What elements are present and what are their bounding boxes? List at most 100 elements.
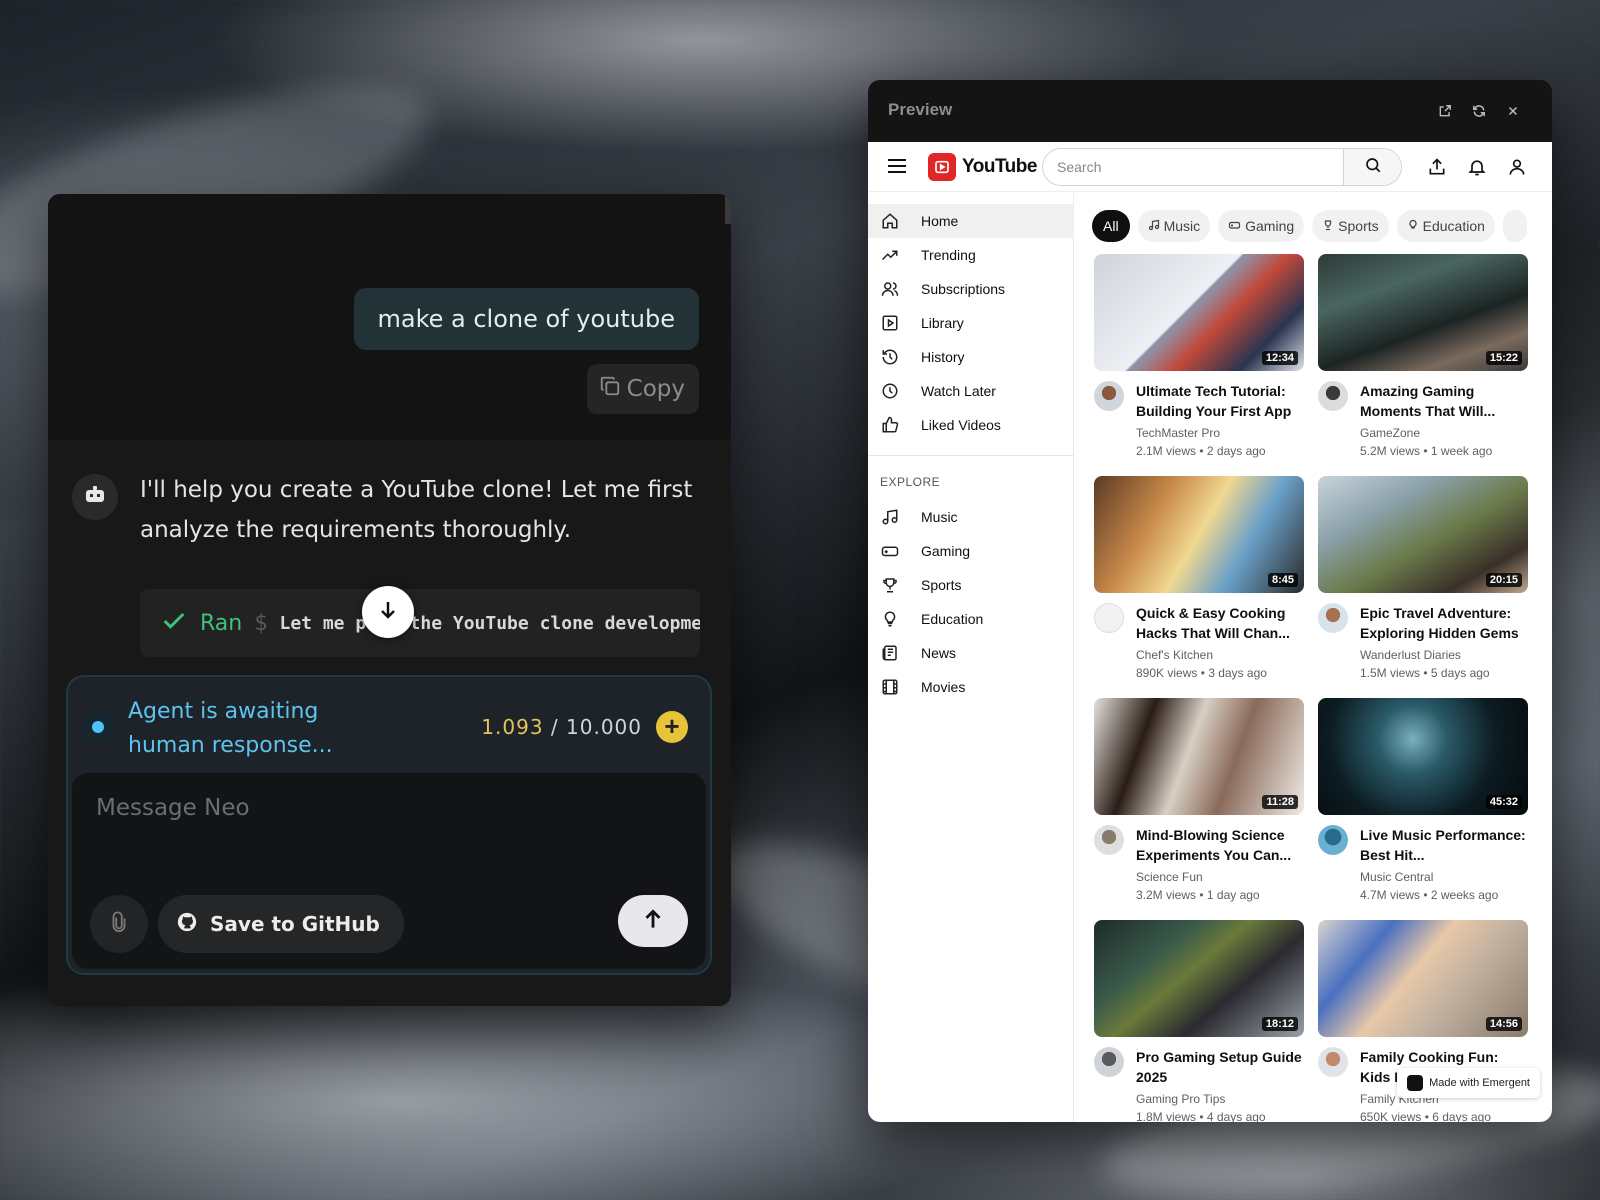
video-meta: 3.2M views • 1 day ago bbox=[1136, 888, 1260, 902]
video-card[interactable]: 18:12 Pro Gaming Setup Guide 2025 Gaming… bbox=[1094, 920, 1304, 1122]
video-card[interactable]: 20:15 Epic Travel Adventure: Exploring H… bbox=[1318, 476, 1528, 688]
sidebar-item-trending[interactable]: Trending bbox=[868, 238, 1074, 272]
message-box[interactable]: Message Neo Save to GitHub bbox=[72, 773, 706, 969]
video-thumbnail[interactable]: 18:12 bbox=[1094, 920, 1304, 1037]
copy-button[interactable]: Copy bbox=[586, 364, 699, 414]
close-icon[interactable] bbox=[1504, 102, 1522, 120]
history-icon bbox=[880, 347, 900, 367]
video-thumbnail[interactable]: 14:56 bbox=[1318, 920, 1528, 1037]
command-log[interactable]: Ran $ Let me plan the YouTube clone deve… bbox=[140, 589, 700, 657]
sidebar-item-label: Liked Videos bbox=[921, 417, 1001, 433]
upload-icon[interactable] bbox=[1426, 156, 1448, 178]
search-button[interactable] bbox=[1343, 149, 1401, 185]
channel-name[interactable]: Gaming Pro Tips bbox=[1136, 1092, 1225, 1106]
channel-avatar[interactable] bbox=[1094, 825, 1124, 855]
made-with-emergent-badge[interactable]: Made with Emergent bbox=[1397, 1068, 1540, 1098]
video-card[interactable]: 11:28 Mind-Blowing Science Experiments Y… bbox=[1094, 698, 1304, 910]
sidebar-item-label: Movies bbox=[921, 679, 966, 695]
category-chips: All Music Gaming Sports Education bbox=[1092, 210, 1527, 242]
channel-name[interactable]: Music Central bbox=[1360, 870, 1433, 884]
video-thumbnail[interactable]: 8:45 bbox=[1094, 476, 1304, 593]
sidebar-item-education[interactable]: Education bbox=[868, 602, 1074, 636]
video-duration: 20:15 bbox=[1485, 573, 1522, 587]
sidebar-item-home[interactable]: Home bbox=[868, 204, 1074, 238]
clock-icon bbox=[880, 381, 900, 401]
video-title[interactable]: Mind-Blowing Science Experiments You Can… bbox=[1136, 825, 1304, 865]
sidebar-item-subscriptions[interactable]: Subscriptions bbox=[868, 272, 1074, 306]
agent-status: Agent is awaiting human response... bbox=[128, 699, 333, 758]
scroll-down-button[interactable] bbox=[362, 586, 414, 638]
hamburger-icon[interactable] bbox=[888, 158, 906, 179]
channel-avatar[interactable] bbox=[1094, 603, 1124, 633]
sidebar-item-liked-videos[interactable]: Liked Videos bbox=[868, 408, 1074, 442]
user-message: make a clone of youtube bbox=[353, 288, 699, 350]
channel-avatar[interactable] bbox=[1318, 603, 1348, 633]
chip-music[interactable]: Music bbox=[1137, 210, 1211, 242]
video-card[interactable]: 45:32 Live Music Performance: Best Hit..… bbox=[1318, 698, 1528, 910]
video-thumbnail[interactable]: 45:32 bbox=[1318, 698, 1528, 815]
arrow-down-icon bbox=[376, 598, 400, 627]
search-bar bbox=[1042, 148, 1402, 186]
chip-sports[interactable]: Sports bbox=[1312, 210, 1389, 242]
external-link-icon[interactable] bbox=[1436, 102, 1454, 120]
bot-message-text: I'll help you create a YouTube clone! Le… bbox=[140, 477, 693, 543]
channel-avatar[interactable] bbox=[1094, 381, 1124, 411]
channel-name[interactable]: Chef's Kitchen bbox=[1136, 648, 1213, 662]
video-thumbnail[interactable]: 11:28 bbox=[1094, 698, 1304, 815]
video-title[interactable]: Ultimate Tech Tutorial: Building Your Fi… bbox=[1136, 381, 1304, 421]
subscriptions-icon bbox=[880, 279, 900, 299]
youtube-logo[interactable]: YouTube bbox=[928, 153, 1037, 181]
scrollbar[interactable] bbox=[725, 194, 731, 224]
sidebar-item-news[interactable]: News bbox=[868, 636, 1074, 670]
bell-icon[interactable] bbox=[1466, 156, 1488, 178]
sidebar-item-library[interactable]: Library bbox=[868, 306, 1074, 340]
sidebar-item-movies[interactable]: Movies bbox=[868, 670, 1074, 704]
video-duration: 8:45 bbox=[1267, 573, 1298, 587]
channel-avatar[interactable] bbox=[1094, 1047, 1124, 1077]
video-title[interactable]: Amazing Gaming Moments That Will... bbox=[1360, 381, 1528, 421]
video-title[interactable]: Pro Gaming Setup Guide 2025 bbox=[1136, 1047, 1304, 1087]
channel-avatar[interactable] bbox=[1318, 381, 1348, 411]
message-input[interactable]: Message Neo bbox=[96, 795, 250, 821]
lightbulb-icon bbox=[880, 609, 900, 629]
video-thumbnail[interactable]: 12:34 bbox=[1094, 254, 1304, 371]
video-duration: 45:32 bbox=[1485, 795, 1522, 809]
video-card[interactable]: 12:34 Ultimate Tech Tutorial: Building Y… bbox=[1094, 254, 1304, 466]
attach-button[interactable] bbox=[90, 895, 148, 953]
user-icon[interactable] bbox=[1506, 156, 1528, 178]
chip-more[interactable] bbox=[1502, 210, 1527, 242]
video-title[interactable]: Epic Travel Adventure: Exploring Hidden … bbox=[1360, 603, 1528, 643]
video-title[interactable]: Live Music Performance: Best Hit... bbox=[1360, 825, 1528, 865]
sidebar-item-gaming[interactable]: Gaming bbox=[868, 534, 1074, 568]
channel-name[interactable]: Wanderlust Diaries bbox=[1360, 648, 1461, 662]
video-meta: 650K views • 6 days ago bbox=[1360, 1110, 1491, 1122]
chip-gaming[interactable]: Gaming bbox=[1218, 210, 1305, 242]
video-title[interactable]: Quick & Easy Cooking Hacks That Will Cha… bbox=[1136, 603, 1304, 643]
add-credits-button[interactable]: + bbox=[656, 711, 688, 743]
refresh-icon[interactable] bbox=[1470, 102, 1488, 120]
sidebar-item-music[interactable]: Music bbox=[868, 500, 1074, 534]
channel-name[interactable]: Science Fun bbox=[1136, 870, 1203, 884]
chip-education[interactable]: Education bbox=[1396, 210, 1495, 242]
dollar-sign: $ bbox=[254, 610, 268, 636]
github-icon bbox=[176, 911, 198, 938]
save-to-github-button[interactable]: Save to GitHub bbox=[158, 895, 404, 953]
channel-avatar[interactable] bbox=[1318, 825, 1348, 855]
chip-all[interactable]: All bbox=[1092, 210, 1130, 242]
channel-avatar[interactable] bbox=[1318, 1047, 1348, 1077]
video-duration: 11:28 bbox=[1262, 795, 1298, 809]
search-input[interactable] bbox=[1043, 149, 1345, 185]
send-button[interactable] bbox=[618, 895, 688, 947]
channel-name[interactable]: TechMaster Pro bbox=[1136, 426, 1220, 440]
chip-label: Education bbox=[1422, 218, 1485, 234]
video-card[interactable]: 15:22 Amazing Gaming Moments That Will..… bbox=[1318, 254, 1528, 466]
chip-label: Sports bbox=[1338, 218, 1379, 234]
sidebar-item-watch-later[interactable]: Watch Later bbox=[868, 374, 1074, 408]
robot-icon bbox=[83, 483, 107, 512]
video-card[interactable]: 8:45 Quick & Easy Cooking Hacks That Wil… bbox=[1094, 476, 1304, 688]
sidebar-item-sports[interactable]: Sports bbox=[868, 568, 1074, 602]
video-thumbnail[interactable]: 20:15 bbox=[1318, 476, 1528, 593]
sidebar-item-history[interactable]: History bbox=[868, 340, 1074, 374]
channel-name[interactable]: GameZone bbox=[1360, 426, 1420, 440]
video-thumbnail[interactable]: 15:22 bbox=[1318, 254, 1528, 371]
